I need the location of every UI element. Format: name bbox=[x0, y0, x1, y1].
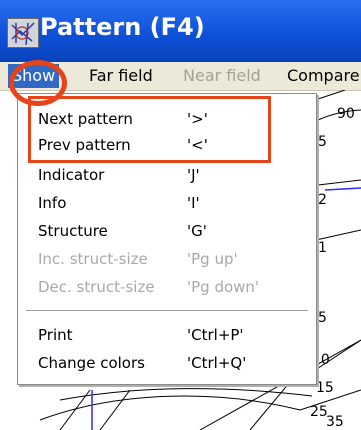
menu-item-label: Indicator bbox=[38, 166, 105, 184]
menu-item-shortcut: 'J' bbox=[187, 166, 200, 184]
menu-item-dec-struct-size[interactable]: Dec. struct-size 'Pg down' bbox=[38, 274, 308, 300]
menu-item-label: Inc. struct-size bbox=[38, 250, 148, 268]
menu-item-shortcut: 'Pg down' bbox=[187, 278, 260, 296]
plot-scale-label: 5 bbox=[318, 134, 327, 150]
menu-item-shortcut: 'I' bbox=[187, 194, 200, 212]
menu-item-label: Change colors bbox=[38, 354, 145, 372]
menu-item-indicator[interactable]: Indicator 'J' bbox=[38, 162, 308, 188]
menu-item-shortcut: 'Ctrl+Q' bbox=[187, 354, 247, 372]
plot-scale-label: 1 bbox=[318, 240, 327, 256]
plot-scale-label: 15 bbox=[316, 380, 334, 396]
pattern-app-icon bbox=[7, 18, 39, 48]
menu-item-shortcut: 'Pg up' bbox=[187, 250, 238, 268]
menu-compare[interactable]: Compare bbox=[287, 65, 360, 87]
window-title: Pattern (F4) bbox=[40, 13, 205, 41]
menu-item-label: Info bbox=[38, 194, 67, 212]
menu-separator bbox=[26, 310, 308, 312]
menu-item-shortcut: 'G' bbox=[187, 222, 207, 240]
menu-item-label: Print bbox=[38, 326, 73, 344]
menu-item-info[interactable]: Info 'I' bbox=[38, 190, 308, 216]
menu-far-field[interactable]: Far field bbox=[89, 65, 153, 87]
plot-label-90: 90 bbox=[337, 106, 355, 122]
menu-item-change-colors[interactable]: Change colors 'Ctrl+Q' bbox=[38, 350, 308, 376]
menu-item-print[interactable]: Print 'Ctrl+P' bbox=[38, 322, 308, 348]
menu-item-label: Dec. struct-size bbox=[38, 278, 155, 296]
menu-item-shortcut: 'Ctrl+P' bbox=[187, 326, 244, 344]
menu-item-label: Structure bbox=[38, 222, 108, 240]
menu-near-field[interactable]: Near field bbox=[183, 65, 261, 87]
menu-item-inc-struct-size[interactable]: Inc. struct-size 'Pg up' bbox=[38, 246, 308, 272]
plot-scale-label: 5 bbox=[318, 310, 327, 326]
plot-scale-label: 35 bbox=[326, 414, 344, 430]
menu-item-structure[interactable]: Structure 'G' bbox=[38, 218, 308, 244]
title-bar: Pattern (F4) bbox=[0, 0, 361, 62]
plot-scale-label: 2 bbox=[318, 192, 327, 208]
highlight-box-annotation bbox=[28, 96, 271, 163]
